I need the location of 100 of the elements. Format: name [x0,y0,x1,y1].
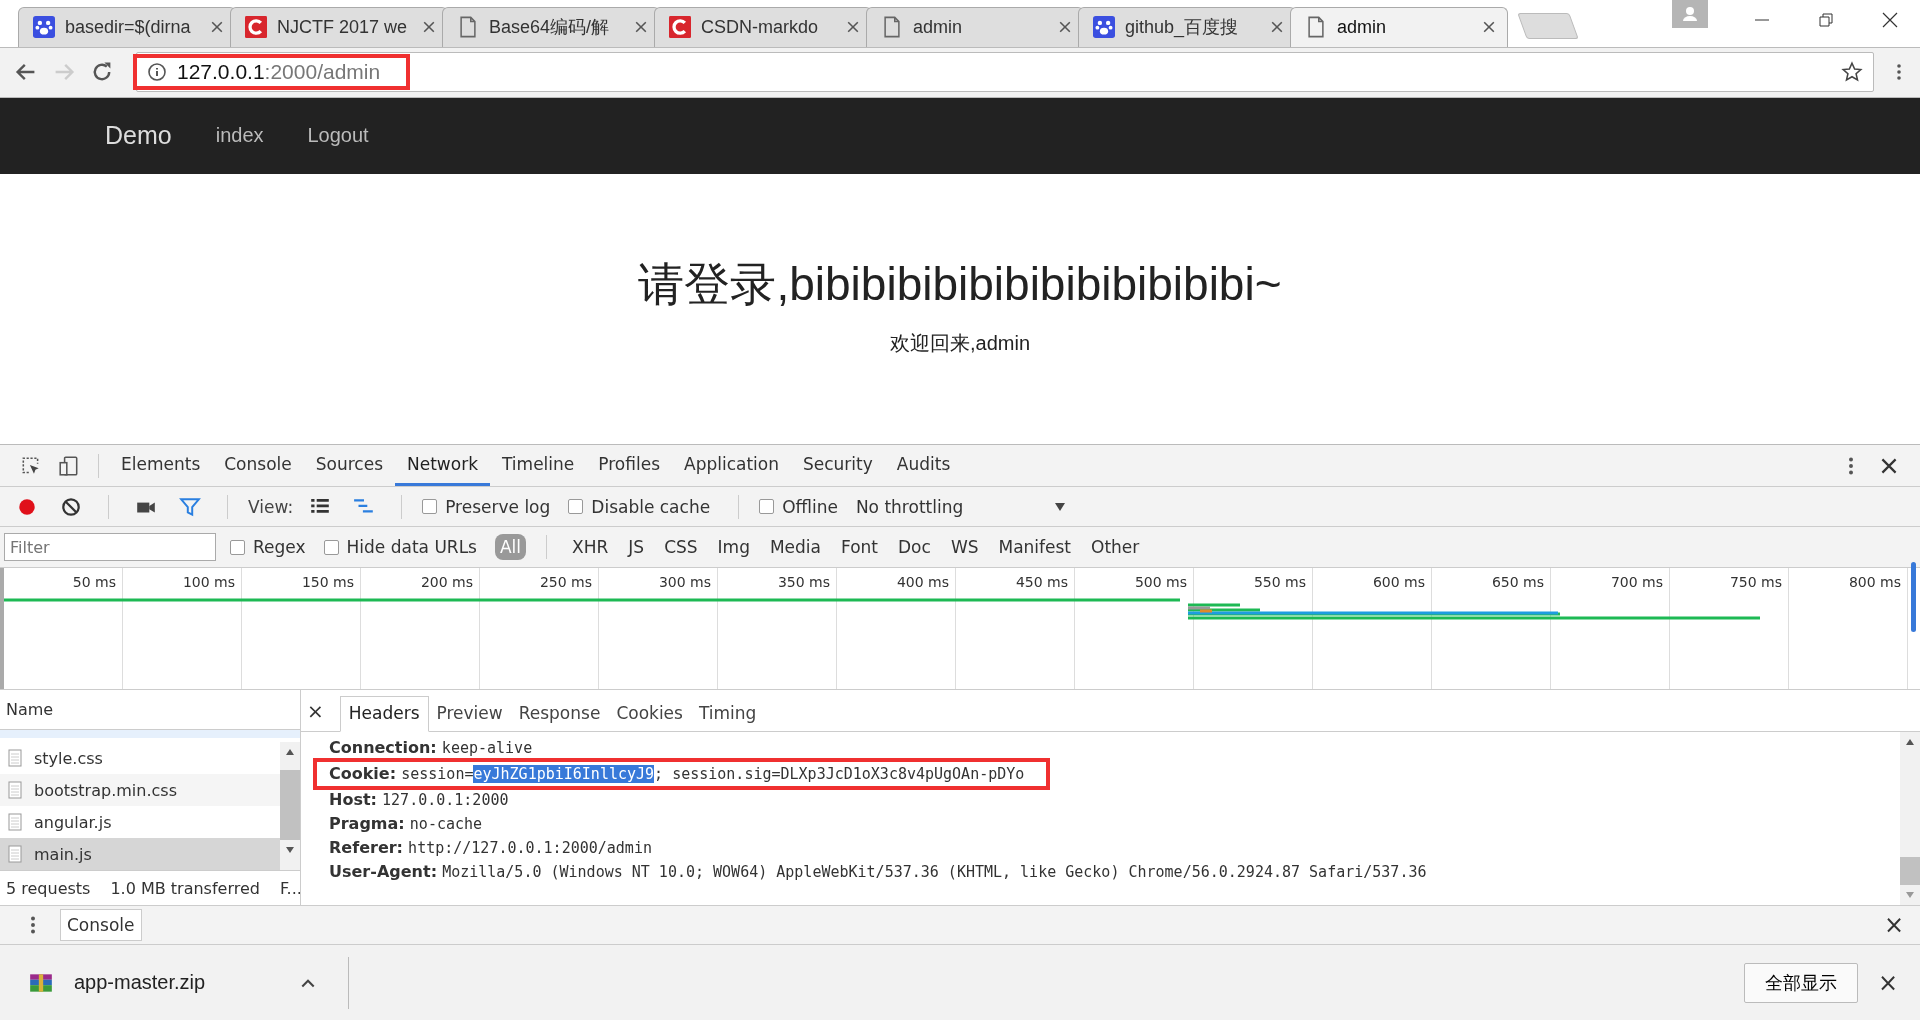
tick-label: 550 ms [1253,574,1306,591]
nav-link[interactable]: index [215,124,264,148]
type-filter-button[interactable]: XHR [567,534,614,561]
throttling-dropdown[interactable]: No throttling [855,496,1066,517]
star-icon[interactable] [1841,61,1863,84]
filter-icon[interactable] [179,495,201,518]
scroll-thumb[interactable] [1900,857,1920,886]
page-icon [457,16,479,39]
caret-icon [1053,501,1066,512]
clear-icon[interactable] [60,495,82,518]
tick-label: 450 ms [1015,574,1068,591]
type-filter-button[interactable]: JS [623,534,650,561]
summary-text: 5 requests [6,878,91,898]
devtools-tab[interactable]: Audits [884,445,963,487]
scroll-down-icon[interactable] [285,846,295,855]
summary-text: 1.0 MB transferred [110,878,260,898]
tick-label: 250 ms [539,574,592,591]
restore-icon[interactable] [1816,10,1836,30]
close-button[interactable]: × [1877,968,1898,997]
checkbox[interactable]: Disable cache [568,496,711,517]
devtools-tab[interactable]: Timeline [490,445,587,487]
address-bar[interactable]: 127.0.0.1:2000/admin [136,52,1874,93]
scroll-thumb[interactable] [280,770,300,841]
close-icon[interactable] [1880,10,1900,30]
device-icon[interactable] [58,454,80,477]
tick-label: 600 ms [1372,574,1425,591]
checkbox-box[interactable] [568,499,584,515]
checkbox[interactable]: Offline [759,496,838,517]
close-icon[interactable] [1059,21,1071,34]
close-icon[interactable] [211,21,223,34]
checkbox-box[interactable] [759,499,775,515]
url-text: 127.0.0.1:2000/admin [177,60,381,85]
close-button[interactable]: × [1883,911,1904,940]
menu-icon[interactable] [1896,62,1902,83]
tick-label: 200 ms [420,574,473,591]
type-filter-button[interactable]: Doc [893,534,936,561]
scroll-up-icon[interactable] [1905,738,1915,747]
checkbox-box[interactable] [323,539,339,555]
show-all-button[interactable]: 全部显示 [1743,962,1858,1003]
checkbox[interactable]: Preserve log [422,496,551,517]
tick-label: 800 ms [1848,574,1901,591]
checkbox-box[interactable] [230,539,245,555]
close-icon[interactable] [1483,21,1495,34]
file-icon [8,845,22,864]
brand-link[interactable]: Demo [105,121,172,151]
checkbox-label: Preserve log [445,496,551,517]
type-filter-button[interactable]: Img [712,534,755,561]
tick-label: 500 ms [1134,574,1187,591]
detail-tab[interactable]: Preview [428,697,511,732]
overview-handle[interactable] [1911,562,1916,633]
browser-tab[interactable]: admin [1290,6,1508,47]
type-filter-button[interactable]: Manifest [993,534,1077,561]
close-button[interactable]: × [307,698,324,723]
checkbox-label: Offline [782,496,838,517]
devtools-tab[interactable]: Application [672,445,791,487]
request-row[interactable]: main.js [0,838,280,871]
welcome-text: 欢迎回来,admin [890,330,1030,356]
devtools-tab[interactable]: Elements [109,445,213,487]
tick-label: 700 ms [1610,574,1663,591]
tick-label: 50 ms [72,574,116,591]
close-icon[interactable] [635,21,647,34]
c-logo-icon [245,16,267,39]
devtools-tab[interactable]: Sources [303,445,395,487]
type-filter-button[interactable]: Font [836,534,884,561]
header-line: Referer: http://127.0.0.1:2000/admin [329,838,652,859]
type-filter-button[interactable]: Other [1086,534,1145,561]
checkbox-box[interactable] [422,499,438,515]
close-icon[interactable] [847,21,859,34]
scroll-up-icon[interactable] [285,748,295,757]
devtools-tab[interactable]: Profiles [586,445,672,487]
type-filter-button[interactable]: CSS [659,534,703,561]
close-icon[interactable] [423,21,435,34]
request-row[interactable]: bootstrap.min.css [0,774,280,807]
view-label: View: [248,496,294,517]
devtools-tab[interactable]: Security [791,445,885,487]
console-tab[interactable]: Console [60,909,142,942]
nav-link[interactable]: Logout [307,124,369,148]
scrollbar[interactable] [1900,732,1920,906]
download-item[interactable]: app-master.zip [28,971,328,995]
close-icon[interactable] [1271,21,1283,34]
filter-input[interactable]: Filter [4,533,216,562]
checkbox-label: Regex [253,537,306,558]
devtools-tab[interactable]: Console [212,445,304,487]
detail-tab[interactable]: Timing [690,697,765,732]
page-icon [881,16,903,39]
detail-tab[interactable]: Headers [339,696,429,733]
detail-tab[interactable]: Response [510,697,609,732]
type-filter-button[interactable]: Media [764,534,826,561]
summary-text: F... [279,878,300,898]
scrollbar[interactable] [280,742,300,871]
tick-label: 100 ms [182,574,235,591]
column-header[interactable]: Name [0,690,300,731]
tick-label: 750 ms [1729,574,1782,591]
type-filter-button[interactable]: WS [945,534,984,561]
paw-icon [1093,16,1115,39]
tab-title: NJCTF 2017 we [277,16,409,38]
detail-tab[interactable]: Cookies [608,697,691,732]
page-heading: 请登录,bibibibibibibibibibibibibi~ [638,256,1282,312]
tick-label: 300 ms [658,574,711,591]
checkbox[interactable]: Regex [230,537,306,558]
